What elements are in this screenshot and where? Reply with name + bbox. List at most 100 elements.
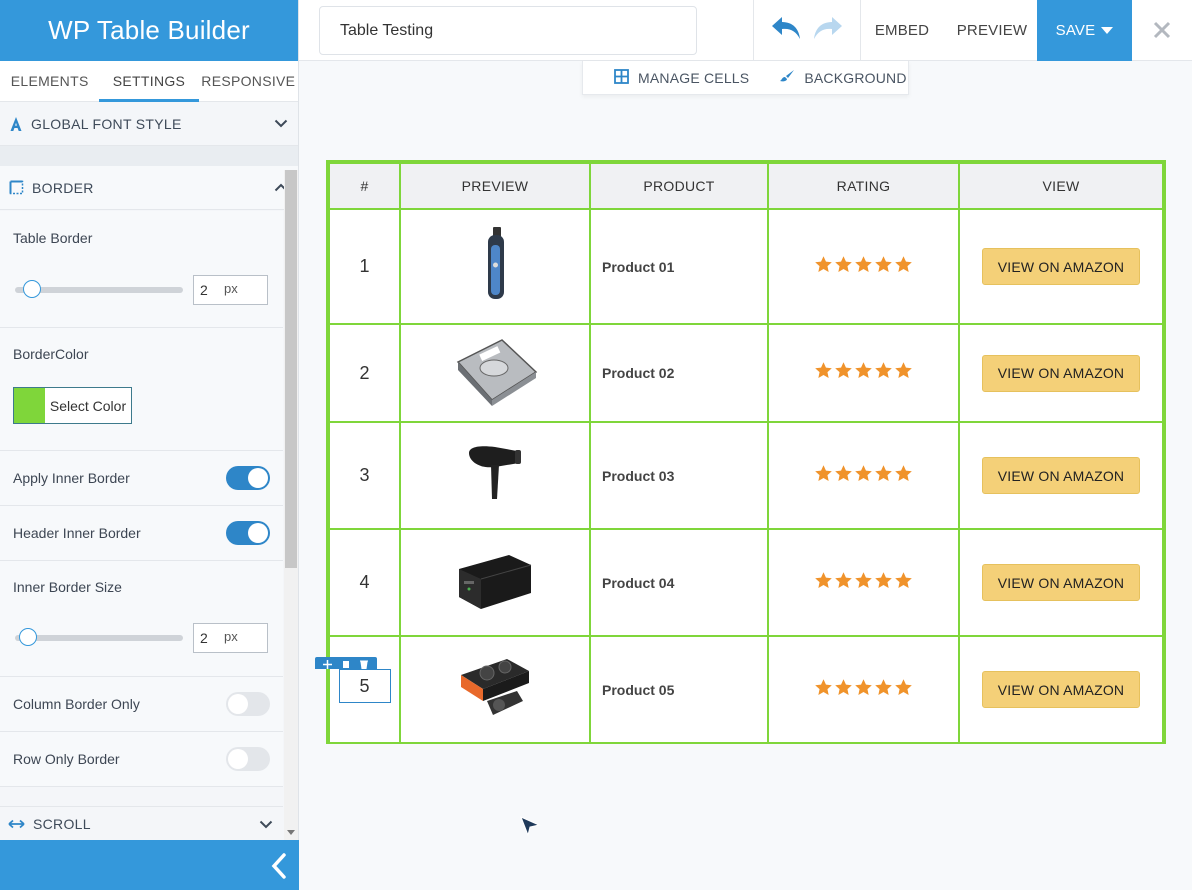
star-icon	[855, 571, 872, 588]
trash-icon[interactable]	[360, 653, 369, 674]
view-on-amazon-button[interactable]: VIEW ON AMAZON	[982, 248, 1140, 285]
star-icon	[875, 571, 892, 588]
star-icon	[855, 255, 872, 272]
view-cell: VIEW ON AMAZON	[958, 528, 1164, 637]
tab-responsive[interactable]: RESPONSIVE	[199, 61, 298, 101]
product-name[interactable]: Product 04	[589, 528, 769, 637]
save-button[interactable]: SAVE	[1037, 0, 1132, 61]
preview-cell[interactable]	[399, 323, 591, 423]
product-name[interactable]: Product 03	[589, 421, 769, 530]
star-icon	[895, 571, 912, 588]
duplicate-icon[interactable]	[342, 653, 350, 674]
apply-inner-border-setting: Apply Inner Border	[0, 451, 283, 506]
star-icon	[815, 678, 832, 695]
table-border-value: 2	[200, 282, 208, 298]
view-on-amazon-button[interactable]: VIEW ON AMAZON	[982, 671, 1140, 708]
rating-cell[interactable]	[767, 208, 960, 325]
star-icon	[815, 464, 832, 481]
selected-cell[interactable]: 5	[314, 657, 391, 704]
header-cell[interactable]: VIEW	[958, 162, 1164, 210]
preview-cell[interactable]	[399, 635, 591, 744]
table-toolbar: MANAGE CELLS BACKGROUND	[582, 61, 909, 95]
preview-cell[interactable]	[399, 421, 591, 530]
table-border-input[interactable]: 2 px	[193, 275, 268, 305]
row-number[interactable]: 4	[328, 528, 401, 637]
close-button[interactable]	[1132, 0, 1192, 61]
rating-cell[interactable]	[767, 323, 960, 423]
embed-button[interactable]: EMBED	[861, 0, 943, 61]
star-rating	[814, 571, 913, 590]
table-title-input[interactable]: Table Testing	[319, 6, 697, 55]
sidebar-tabs: ELEMENTS SETTINGS RESPONSIVE	[0, 61, 298, 102]
view-cell: VIEW ON AMAZON	[958, 323, 1164, 423]
apply-inner-border-toggle[interactable]	[226, 466, 270, 490]
sidebar: WP Table Builder ELEMENTS SETTINGS RESPO…	[0, 0, 299, 890]
inner-border-size-slider-knob[interactable]	[19, 628, 37, 646]
header-inner-border-label: Header Inner Border	[13, 525, 141, 541]
scrollbar-thumb[interactable]	[285, 170, 297, 568]
product-name[interactable]: Product 02	[589, 323, 769, 423]
redo-icon[interactable]	[812, 15, 844, 46]
row-number[interactable]: 5	[314, 635, 401, 744]
row-number[interactable]: 2	[328, 323, 401, 423]
scroll-section-header[interactable]: SCROLL	[0, 806, 283, 840]
view-on-amazon-button[interactable]: VIEW ON AMAZON	[982, 457, 1140, 494]
rating-cell[interactable]	[767, 528, 960, 637]
row-number[interactable]: 3	[328, 421, 401, 530]
scroll-down-arrow-icon[interactable]	[287, 830, 295, 838]
move-icon[interactable]	[322, 653, 332, 674]
star-icon	[875, 678, 892, 695]
column-border-only-toggle[interactable]	[226, 692, 270, 716]
header-inner-border-toggle[interactable]	[226, 521, 270, 545]
global-font-style-label: GLOBAL FONT STYLE	[31, 115, 182, 132]
star-icon	[815, 255, 832, 272]
star-rating	[814, 464, 913, 483]
view-on-amazon-button[interactable]: VIEW ON AMAZON	[982, 564, 1140, 601]
border-section-header[interactable]: BORDER	[0, 166, 298, 210]
row-only-border-toggle[interactable]	[226, 747, 270, 771]
global-font-style-section[interactable]: GLOBAL FONT STYLE	[0, 102, 298, 146]
preview-cell[interactable]	[399, 528, 591, 637]
star-icon	[855, 464, 872, 481]
border-section-label: BORDER	[32, 179, 94, 196]
star-icon	[875, 362, 892, 378]
brand-title: WP Table Builder	[0, 0, 298, 61]
product-name[interactable]: Product 05	[589, 635, 769, 744]
collapse-sidebar-icon[interactable]	[269, 853, 289, 879]
star-icon	[835, 464, 852, 481]
inner-border-size-input[interactable]: 2 px	[193, 623, 268, 653]
header-cell[interactable]: PRODUCT	[589, 162, 769, 210]
column-border-only-setting: Column Border Only	[0, 677, 283, 732]
background-button[interactable]: BACKGROUND	[779, 69, 906, 86]
font-icon	[9, 116, 23, 132]
view-cell: VIEW ON AMAZON	[958, 421, 1164, 530]
inner-border-size-slider[interactable]	[15, 628, 183, 646]
chevron-down-icon[interactable]	[274, 119, 288, 128]
view-on-amazon-button[interactable]: VIEW ON AMAZON	[982, 354, 1140, 392]
tab-elements[interactable]: ELEMENTS	[0, 61, 99, 101]
product-name[interactable]: Product 01	[589, 208, 769, 325]
view-cell: VIEW ON AMAZON	[958, 208, 1164, 325]
rating-cell[interactable]	[767, 421, 960, 530]
save-label: SAVE	[1055, 22, 1096, 39]
tab-settings[interactable]: SETTINGS	[99, 61, 199, 102]
table-border-slider-knob[interactable]	[23, 280, 41, 298]
select-color-button[interactable]: Select Color	[13, 387, 132, 424]
row-number[interactable]: 1	[328, 208, 401, 325]
star-icon	[855, 362, 872, 378]
section-gap	[0, 146, 298, 166]
hard-drive-image	[450, 338, 540, 412]
mouse-cursor-icon	[519, 815, 541, 842]
manage-cells-button[interactable]: MANAGE CELLS	[614, 68, 749, 87]
preview-cell[interactable]	[399, 208, 591, 325]
preview-button[interactable]: PREVIEW	[947, 0, 1037, 61]
header-cell[interactable]: PREVIEW	[399, 162, 591, 210]
header-cell[interactable]: #	[328, 162, 401, 210]
sidebar-scrollbar[interactable]	[284, 170, 298, 840]
header-cell[interactable]: RATING	[767, 162, 960, 210]
table-border-slider[interactable]	[15, 280, 183, 298]
row-number[interactable]: 5	[338, 669, 391, 704]
rating-cell[interactable]	[767, 635, 960, 744]
undo-icon[interactable]	[770, 15, 802, 46]
chevron-down-icon[interactable]	[259, 816, 273, 832]
